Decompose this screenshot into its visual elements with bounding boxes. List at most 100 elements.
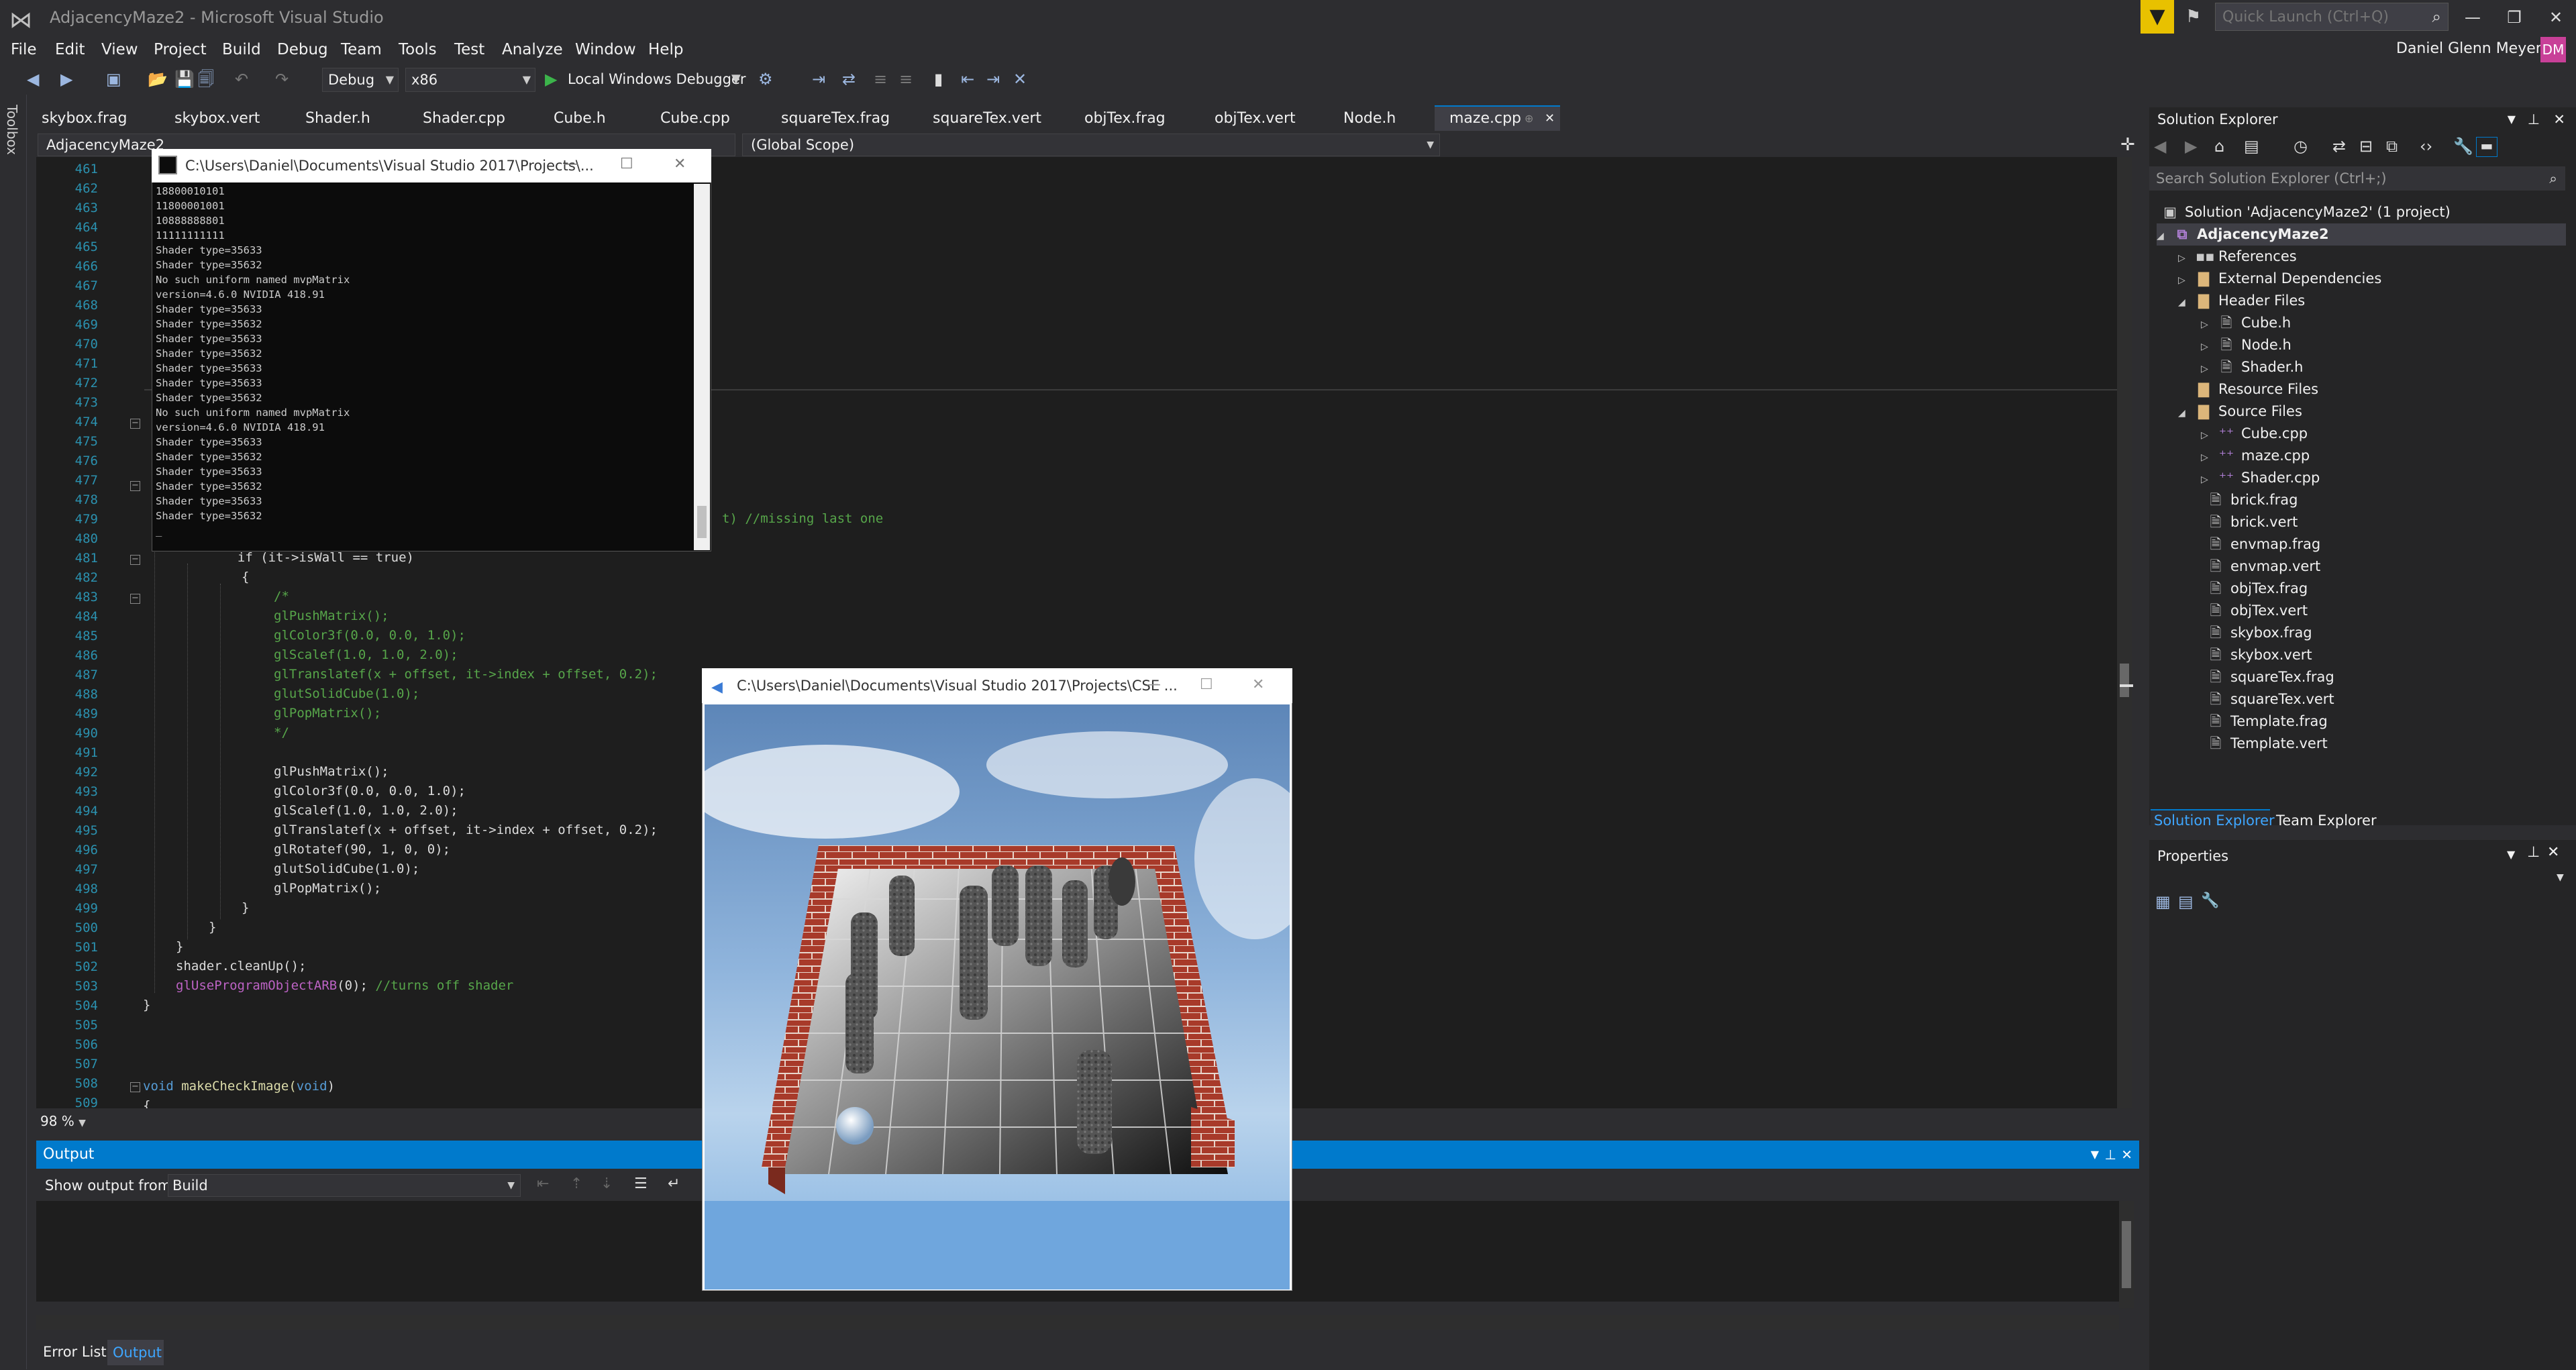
next-message-icon[interactable]: ⇣	[601, 1175, 613, 1192]
scrollbar-thumb[interactable]	[697, 506, 707, 538]
tree-resource-files[interactable]: ▇ Resource Files	[2196, 378, 2318, 401]
tab-skybox-frag[interactable]: skybox.frag	[42, 107, 127, 130]
tree-item-file[interactable]: 🗎 Template.vert	[2208, 733, 2328, 755]
solution-explorer-title[interactable]: Solution Explorer ▼ ⊥ ✕	[2149, 107, 2576, 131]
pin-icon[interactable]: ⊥	[2527, 844, 2540, 861]
tree-references[interactable]: ▷ ▪▪ References	[2178, 246, 2297, 268]
user-avatar[interactable]: DM	[2540, 37, 2566, 62]
properties-title[interactable]: Properties	[2149, 844, 2228, 868]
notifications-icon[interactable]: ⚑	[2185, 7, 2201, 27]
debugger-dropdown-icon[interactable]: ▼	[731, 67, 741, 91]
menu-build[interactable]: Build	[222, 38, 261, 61]
scrollbar-thumb[interactable]	[2120, 664, 2129, 697]
tree-item-node-h[interactable]: ▷ 🗎 Node.h	[2201, 334, 2291, 356]
window-position-icon[interactable]: ▼	[2507, 848, 2515, 861]
collapsed-arrow-icon[interactable]: ▷	[2201, 358, 2218, 380]
categorized-icon[interactable]: ▦	[2155, 892, 2171, 911]
gl-minimize-button[interactable]: —	[1146, 676, 1161, 693]
tree-item-shader-h[interactable]: ▷ 🗎 Shader.h	[2201, 356, 2303, 378]
tab-squaretex-vert[interactable]: squareTex.vert	[933, 107, 1041, 130]
collapse-icon[interactable]: −	[130, 419, 140, 429]
property-pages-icon[interactable]: 🔧	[2201, 892, 2219, 909]
console-scrollbar[interactable]	[694, 184, 710, 550]
tab-shader-cpp[interactable]: Shader.cpp	[423, 107, 505, 130]
collapse-all-icon[interactable]: ⊟	[2359, 137, 2373, 156]
close-icon[interactable]: ✕	[2121, 1141, 2132, 1169]
find-message-icon[interactable]: ⇤	[537, 1175, 549, 1192]
show-all-files-icon[interactable]: ⧉	[2386, 137, 2398, 156]
bookmark-icon[interactable]: ▮	[934, 67, 943, 91]
collapse-icon[interactable]: −	[130, 1082, 140, 1092]
feedback-filter-icon[interactable]: ▼	[2141, 0, 2174, 34]
tab-shader-h[interactable]: Shader.h	[305, 107, 370, 130]
view-code-icon[interactable]: ‹›	[2420, 137, 2432, 156]
menu-debug[interactable]: Debug	[277, 38, 328, 61]
collapsed-arrow-icon[interactable]: ▷	[2178, 248, 2196, 270]
tab-output[interactable]: Output	[107, 1340, 164, 1365]
collapsed-arrow-icon[interactable]: ▷	[2201, 336, 2218, 358]
close-icon[interactable]: ✕	[2547, 844, 2559, 861]
tree-project[interactable]: ◢ ⧉ AdjacencyMaze2	[2157, 223, 2566, 246]
menu-project[interactable]: Project	[154, 38, 207, 61]
window-position-icon[interactable]: ▼	[2508, 107, 2516, 131]
output-hscrollbar[interactable]	[36, 1315, 2119, 1330]
collapse-icon[interactable]: −	[130, 555, 140, 565]
bookmark-clear-icon[interactable]: ✕	[1013, 67, 1027, 91]
word-wrap-icon[interactable]: ↵	[668, 1175, 680, 1192]
tab-error-list[interactable]: Error List	[43, 1344, 107, 1360]
zoom-level-dropdown[interactable]: 98 % ▼	[36, 1111, 107, 1132]
tree-item-file[interactable]: 🗎 skybox.vert	[2208, 644, 2312, 666]
tab-close-icon[interactable]: ✕	[1545, 107, 1555, 130]
menu-view[interactable]: View	[101, 38, 138, 61]
tree-item-maze-cpp[interactable]: ▷ ⁺⁺ maze.cpp	[2201, 445, 2310, 467]
clear-all-icon[interactable]: ☰	[634, 1175, 648, 1192]
alphabetical-icon[interactable]: ▤	[2178, 892, 2194, 911]
tree-item-file[interactable]: 🗎 envmap.frag	[2208, 533, 2321, 556]
bookmark-prev-icon[interactable]: ⇤	[961, 67, 974, 91]
gl-maximize-button[interactable]: ☐	[1200, 676, 1213, 693]
collapsed-arrow-icon[interactable]: ▷	[2201, 314, 2218, 336]
tree-item-cube-cpp[interactable]: ▷ ⁺⁺ Cube.cpp	[2201, 423, 2308, 445]
tree-item-file[interactable]: 🗎 squareTex.frag	[2208, 666, 2334, 688]
preview-selected-icon[interactable]: ▬	[2476, 137, 2497, 157]
tab-solution-explorer[interactable]: Solution Explorer	[2154, 809, 2275, 832]
expanded-arrow-icon[interactable]: ◢	[2178, 403, 2196, 425]
back-icon[interactable]: ◀	[2154, 137, 2166, 156]
configuration-select[interactable]: Debug ▼	[322, 68, 399, 92]
tab-skybox-vert[interactable]: skybox.vert	[174, 107, 260, 130]
tree-item-file[interactable]: 🗎 brick.frag	[2208, 489, 2298, 511]
split-editor-icon[interactable]: ✛	[2120, 135, 2135, 155]
save-all-icon[interactable]: 🗐	[198, 67, 214, 91]
tree-header-files[interactable]: ◢ ▇ Header Files	[2178, 290, 2305, 312]
user-name[interactable]: Daniel Glenn Meyer	[2396, 40, 2542, 57]
tree-item-file[interactable]: 🗎 envmap.vert	[2208, 556, 2321, 578]
scrollbar-thumb[interactable]	[2122, 1221, 2131, 1288]
quick-launch-input[interactable]	[2216, 3, 2417, 30]
minimize-button[interactable]: —	[2456, 4, 2489, 31]
collapsed-arrow-icon[interactable]: ▷	[2201, 469, 2218, 491]
pin-icon[interactable]: ⊕	[1525, 107, 1533, 130]
bookmark-next-icon[interactable]: ⇥	[986, 67, 1000, 91]
expanded-arrow-icon[interactable]: ◢	[2157, 225, 2174, 248]
step-icon[interactable]: ⇥	[812, 67, 825, 91]
visual-studio-logo-icon[interactable]: ⋈	[9, 7, 36, 34]
gl-close-button[interactable]: ✕	[1252, 676, 1264, 693]
tab-node-h[interactable]: Node.h	[1343, 107, 1396, 130]
undo-icon[interactable]: ↶	[235, 67, 248, 91]
outdent-icon[interactable]: ≡	[899, 67, 913, 91]
tab-objtex-vert[interactable]: objTex.vert	[1215, 107, 1296, 130]
redo-icon[interactable]: ↷	[275, 67, 289, 91]
step-over-icon[interactable]: ⇄	[842, 67, 856, 91]
pin-icon[interactable]: ⊥	[2105, 1141, 2116, 1169]
console-close-button[interactable]: ✕	[674, 156, 686, 172]
platform-select[interactable]: x86 ▼	[405, 68, 535, 92]
collapse-icon[interactable]: −	[130, 594, 140, 604]
tab-team-explorer[interactable]: Team Explorer	[2276, 809, 2377, 832]
menu-edit[interactable]: Edit	[55, 38, 85, 61]
open-file-icon[interactable]: 📂	[148, 67, 168, 91]
editor-vertical-scrollbar[interactable]	[2117, 157, 2133, 1108]
console-minimize-button[interactable]: —	[564, 156, 578, 172]
chevron-down-icon[interactable]: ▼	[2557, 872, 2564, 883]
window-position-icon[interactable]: ▼	[2091, 1141, 2099, 1169]
tab-objtex-frag[interactable]: objTex.frag	[1084, 107, 1166, 130]
